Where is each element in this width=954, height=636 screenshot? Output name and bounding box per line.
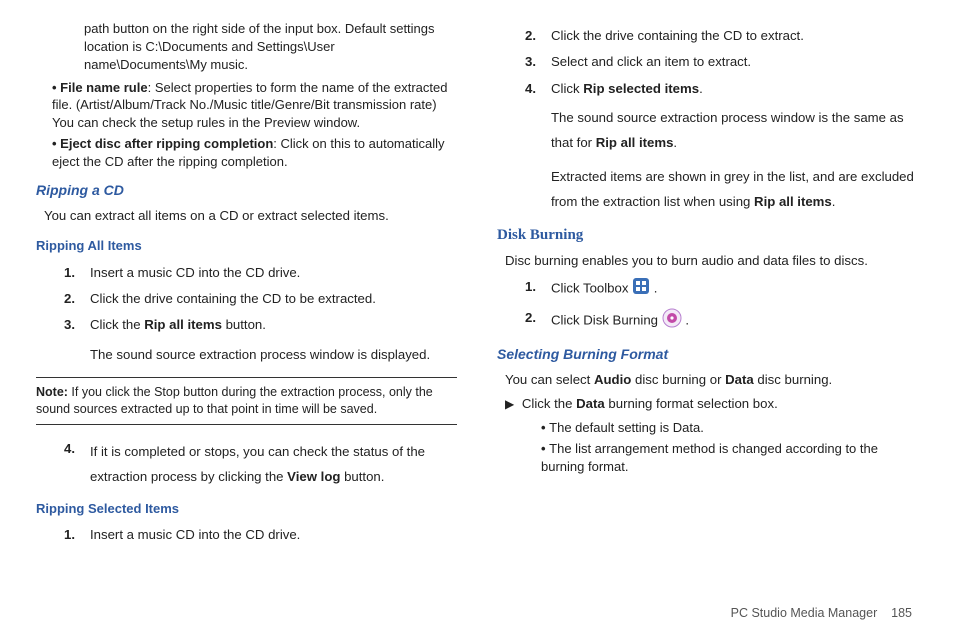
- text: Click Disk Burning: [551, 313, 662, 328]
- step-text: Click the Rip all items button.: [90, 315, 457, 335]
- step-number: 2.: [525, 308, 543, 334]
- bullet-file-name-rule: File name rule: Select properties to for…: [52, 79, 457, 132]
- step-text: Click Toolbox .: [551, 277, 918, 301]
- step-text: Click Rip selected items.: [551, 79, 918, 99]
- step-number: 1.: [525, 277, 543, 301]
- step-number: 1.: [64, 525, 82, 545]
- bullet-label: File name rule: [60, 80, 147, 95]
- body-disk-burning: Disc burning enables you to burn audio a…: [505, 251, 918, 271]
- note-box: Note: If you click the Stop button durin…: [36, 377, 457, 425]
- note-label: Note:: [36, 385, 68, 399]
- step-row: 3. Click the Rip all items button.: [64, 315, 457, 335]
- text: button.: [222, 317, 266, 332]
- text: button.: [340, 469, 384, 484]
- bullet-label: Eject disc after ripping completion: [60, 136, 273, 151]
- step-row: 4. Click Rip selected items.: [525, 79, 918, 99]
- step-text: Insert a music CD into the CD drive.: [90, 263, 457, 283]
- step-number: 3.: [525, 52, 543, 72]
- step-text: Click the drive containing the CD to be …: [90, 289, 457, 309]
- note-body: If you click the Stop button during the …: [36, 385, 433, 416]
- page-columns: path button on the right side of the inp…: [0, 0, 954, 562]
- right-column: 2. Click the drive containing the CD to …: [497, 20, 918, 552]
- step-row: 3. Select and click an item to extract.: [525, 52, 918, 72]
- text: Click the: [90, 317, 144, 332]
- after-step-text: The sound source extraction process wind…: [90, 342, 457, 367]
- page-footer: PC Studio Media Manager 185: [731, 606, 912, 620]
- sub-bullet: The default setting is Data.: [541, 419, 918, 437]
- footer-page: 185: [891, 606, 912, 620]
- step-text: Click Disk Burning .: [551, 308, 918, 334]
- triangle-icon: ▶: [505, 397, 514, 411]
- text-bold: Data: [576, 396, 605, 411]
- text: You can select: [505, 372, 594, 387]
- body-ripping-cd: You can extract all items on a CD or ext…: [44, 206, 457, 226]
- step-number: 1.: [64, 263, 82, 283]
- text-bold: View log: [287, 469, 340, 484]
- text-bold: Rip all items: [596, 135, 674, 150]
- text: .: [654, 281, 658, 296]
- step-text: Select and click an item to extract.: [551, 52, 918, 72]
- after-step-text: The sound source extraction process wind…: [551, 105, 918, 155]
- step-text: Insert a music CD into the CD drive.: [90, 525, 457, 545]
- text: disc burning or: [631, 372, 725, 387]
- text: Click: [551, 81, 583, 96]
- heading-disk-burning: Disk Burning: [497, 224, 918, 247]
- text-bold: Rip selected items: [583, 81, 699, 96]
- text-bold: Rip all items: [144, 317, 222, 332]
- step-row: 1. Click Toolbox .: [525, 277, 918, 301]
- after-step-text: Extracted items are shown in grey in the…: [551, 164, 918, 214]
- heading-ripping-all: Ripping All Items: [36, 236, 457, 256]
- footer-title: PC Studio Media Manager: [731, 606, 878, 620]
- step-number: 2.: [64, 289, 82, 309]
- heading-ripping-cd: Ripping a CD: [36, 180, 457, 202]
- text: .: [832, 194, 836, 209]
- step-row: 2. Click the drive containing the CD to …: [525, 26, 918, 46]
- text-bold: Data: [725, 372, 754, 387]
- text: Click Toolbox: [551, 281, 632, 296]
- left-column: path button on the right side of the inp…: [36, 20, 457, 552]
- disc-burning-icon: [662, 308, 682, 334]
- body-selecting-format: You can select Audio disc burning or Dat…: [505, 370, 918, 390]
- text: .: [685, 313, 689, 328]
- heading-selecting-format: Selecting Burning Format: [497, 344, 918, 366]
- triangle-step: ▶ Click the Data burning format selectio…: [505, 394, 918, 414]
- text: burning format selection box.: [605, 396, 778, 411]
- step-number: 4.: [64, 439, 82, 489]
- text: Extracted items are shown in grey in the…: [551, 169, 914, 209]
- heading-ripping-selected: Ripping Selected Items: [36, 499, 457, 519]
- text: .: [699, 81, 703, 96]
- text-bold: Rip all items: [754, 194, 832, 209]
- text: disc burning.: [754, 372, 832, 387]
- step-row: 2. Click the drive containing the CD to …: [64, 289, 457, 309]
- text-bold: Audio: [594, 372, 631, 387]
- step-number: 2.: [525, 26, 543, 46]
- continuation-text: path button on the right side of the inp…: [84, 20, 457, 75]
- step-row: 1. Insert a music CD into the CD drive.: [64, 263, 457, 283]
- step-row: 4. If it is completed or stops, you can …: [64, 439, 457, 489]
- step-row: 1. Insert a music CD into the CD drive.: [64, 525, 457, 545]
- bullet-eject-disc: Eject disc after ripping completion: Cli…: [52, 135, 457, 170]
- text: .: [673, 135, 677, 150]
- step-number: 4.: [525, 79, 543, 99]
- step-text: If it is completed or stops, you can che…: [90, 439, 457, 489]
- step-row: 2. Click Disk Burning .: [525, 308, 918, 334]
- step-text: Click the drive containing the CD to ext…: [551, 26, 918, 46]
- text: Click the: [522, 396, 576, 411]
- step-number: 3.: [64, 315, 82, 335]
- toolbox-icon: [632, 277, 650, 301]
- sub-bullet: The list arrangement method is changed a…: [541, 440, 918, 475]
